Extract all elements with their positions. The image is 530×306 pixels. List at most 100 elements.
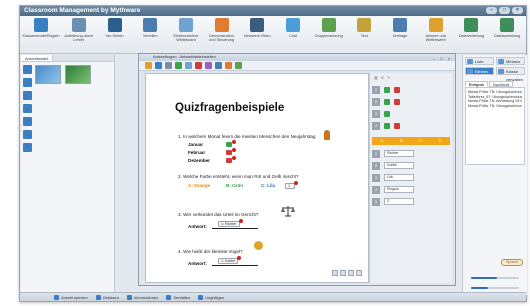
ribbon-button-label: Ver-Sehen bbox=[105, 34, 124, 38]
lock-icon[interactable] bbox=[22, 91, 32, 100]
zoom-out-button[interactable] bbox=[332, 270, 338, 276]
small-image-button[interactable]: Kleines Bild bbox=[465, 67, 494, 82]
statusbar-item[interactable]: Gefolaen bbox=[95, 294, 119, 300]
ribbon-button-label: Dateiverteilung bbox=[458, 34, 485, 38]
document-window-title-text: Antwortbogen · Antwortblatteinstellen bbox=[153, 55, 216, 59]
answer-input[interactable]: Lila bbox=[384, 174, 414, 181]
ribbon-button-students-attention[interactable]: Aufklärung durch Lehrer bbox=[64, 18, 94, 43]
student-thumbnail[interactable] bbox=[35, 65, 61, 84]
ribbon-button-text[interactable]: Text bbox=[350, 18, 380, 38]
delete-icon[interactable]: ⊗ bbox=[381, 75, 384, 80]
text-tool-icon[interactable] bbox=[185, 62, 192, 69]
settings-icon[interactable] bbox=[22, 117, 32, 126]
answer-field[interactable]: 1: Kolibri bbox=[218, 258, 238, 264]
tab-a[interactable]: A bbox=[372, 137, 392, 145]
list-icon[interactable] bbox=[22, 78, 32, 87]
thumbnail-view-button[interactable]: Miniatur bbox=[496, 57, 525, 65]
grid-icon[interactable] bbox=[22, 65, 32, 74]
statusbar-item[interactable]: Anschl.sperren bbox=[54, 294, 88, 300]
folder-icon[interactable] bbox=[145, 62, 152, 69]
zoom-in-button[interactable] bbox=[340, 270, 346, 276]
cross-icon[interactable] bbox=[394, 122, 400, 129]
ribbon-button-collect[interactable]: Dateisammlung bbox=[492, 18, 522, 38]
book-icon[interactable] bbox=[22, 130, 32, 139]
fit-page-button[interactable] bbox=[348, 270, 354, 276]
minimize-button[interactable]: – bbox=[486, 7, 497, 14]
ribbon-button-video[interactable]: Netzwerk-Video bbox=[242, 18, 272, 38]
statusbar-label: Informationen bbox=[133, 294, 159, 300]
ribbon-button-survey[interactable]: Umfrage bbox=[385, 18, 415, 38]
statusbar-item[interactable]: Ungültigen bbox=[198, 294, 224, 300]
video-icon bbox=[250, 18, 265, 32]
check-icon[interactable] bbox=[384, 86, 390, 93]
maximize-button[interactable]: □ bbox=[499, 7, 510, 14]
page-title: Quizfragenbeispiele bbox=[175, 102, 285, 114]
row-number: 2 bbox=[372, 97, 380, 106]
whiteboard-icon bbox=[178, 18, 193, 32]
document-window-controls[interactable]: – □ × bbox=[433, 55, 452, 62]
check-icon[interactable] bbox=[384, 110, 390, 117]
tab-b[interactable]: B bbox=[392, 137, 412, 145]
view-buttons: Liste Miniatur Kleines Bild Klasse verwa… bbox=[463, 55, 527, 82]
ribbon-button-share[interactable]: Verteilen bbox=[135, 18, 165, 38]
document-page: Quizfragenbeispiele 1. In welchem Monat … bbox=[145, 73, 369, 283]
check-icon[interactable] bbox=[384, 98, 390, 105]
cross-icon[interactable] bbox=[394, 86, 400, 93]
tab-d[interactable]: D bbox=[431, 137, 451, 145]
ribbon-button-whiteboard[interactable]: Elektronisches Whiteboard bbox=[171, 18, 201, 43]
next-page-button[interactable] bbox=[356, 270, 362, 276]
close-button[interactable]: × bbox=[512, 7, 523, 14]
send-icon[interactable] bbox=[235, 62, 242, 69]
manage-class-button[interactable]: Klasse verwalten bbox=[496, 67, 525, 82]
monitor-icon[interactable] bbox=[22, 104, 32, 113]
correct-checkbox[interactable] bbox=[226, 142, 232, 147]
answer-field[interactable]: 1: Richter bbox=[218, 221, 240, 227]
wrong-checkbox[interactable] bbox=[226, 150, 232, 155]
speak-button[interactable]: Sprech bbox=[501, 259, 523, 266]
student-thumbnail[interactable] bbox=[65, 65, 91, 84]
ribbon-button-transfer[interactable]: Dateiverteilung bbox=[457, 18, 487, 38]
check-icon[interactable] bbox=[175, 62, 182, 69]
marker-icon bbox=[232, 140, 236, 144]
ribbon-button-classroom-model[interactable]: Klassenmodel/Rugeln bbox=[23, 18, 59, 38]
save-icon[interactable] bbox=[155, 62, 162, 69]
bottle-icon bbox=[324, 130, 330, 140]
ribbon-button-teacher[interactable]: Demonstration und Steuerung bbox=[207, 18, 237, 43]
answer-input[interactable]: Kolibri bbox=[384, 162, 414, 169]
user-icon[interactable] bbox=[22, 143, 32, 152]
ribbon-button-contest[interactable]: Antwort und Wettbewerb bbox=[421, 18, 451, 43]
volume-fill bbox=[471, 277, 498, 279]
ribbon-button-group[interactable]: Gruppensetzung bbox=[314, 18, 344, 38]
statusbar-item[interactable]: Senfallen bbox=[166, 294, 190, 300]
shape-icon[interactable] bbox=[205, 62, 212, 69]
volume-slider[interactable] bbox=[471, 277, 519, 279]
app-title: Classroom Management by Mythware bbox=[24, 7, 141, 14]
answer-input[interactable]: Z bbox=[384, 198, 414, 205]
statusbar-label: Anschl.sperren bbox=[61, 294, 88, 300]
audio-icon[interactable] bbox=[225, 62, 232, 69]
ribbon-button-monitor[interactable]: Ver-Sehen bbox=[100, 18, 130, 38]
list-view-button[interactable]: Liste bbox=[465, 57, 494, 65]
statusbar-item[interactable]: Informationen bbox=[126, 294, 159, 300]
tab-c[interactable]: C bbox=[411, 137, 431, 145]
answer-input[interactable]: Richter bbox=[384, 150, 414, 157]
edit-icon[interactable]: ✎ bbox=[387, 75, 390, 80]
ribbon-button-chat[interactable]: Chat bbox=[278, 18, 308, 38]
mic-slider[interactable] bbox=[471, 287, 519, 289]
marker-icon bbox=[237, 256, 241, 260]
wrong-checkbox[interactable] bbox=[226, 158, 232, 163]
grid-icon[interactable]: ▦ bbox=[374, 75, 378, 80]
cross-icon[interactable] bbox=[394, 98, 400, 105]
answer-label: Antwort: bbox=[188, 261, 207, 266]
pen-icon[interactable] bbox=[195, 62, 202, 69]
image-icon[interactable] bbox=[215, 62, 222, 69]
check-icon[interactable] bbox=[384, 122, 390, 129]
answer-row: 3 Lila bbox=[372, 173, 450, 182]
print-icon[interactable] bbox=[165, 62, 172, 69]
ribbon-toolbar: Klassenmodel/Rugeln Aufklärung durch Lehr… bbox=[20, 16, 526, 54]
list-icon bbox=[467, 59, 473, 64]
question-1: 1. In welchem Monat feiern die meisten M… bbox=[178, 134, 316, 139]
answer-line bbox=[212, 265, 258, 266]
tab-view-select[interactable]: Ansichtswahl bbox=[21, 55, 54, 61]
answer-input[interactable]: Pinguin bbox=[384, 186, 414, 193]
